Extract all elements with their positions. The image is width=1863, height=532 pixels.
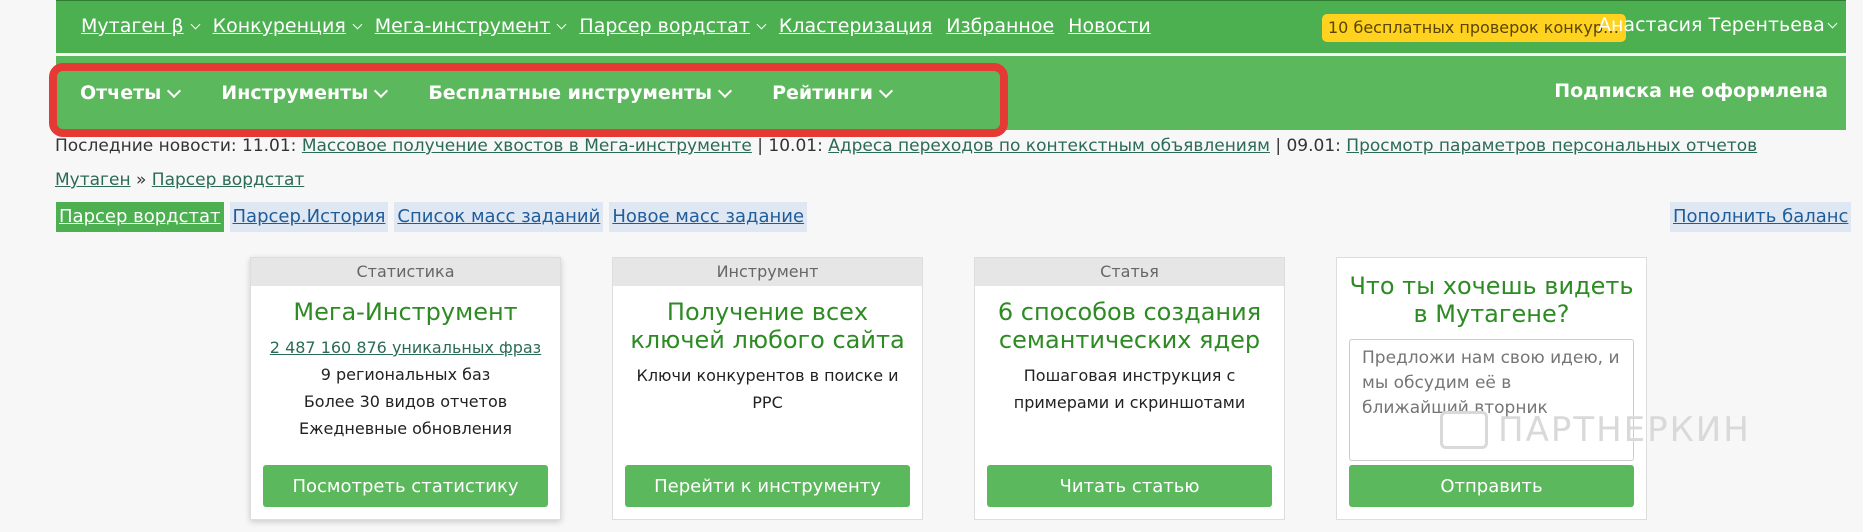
breadcrumb-home[interactable]: Мутаген: [55, 170, 131, 190]
card-category: Статистика: [251, 258, 560, 286]
card-line: 9 региональных баз: [320, 365, 491, 384]
user-name: Анастасия Терентьева: [1598, 14, 1825, 36]
news-separator: |: [751, 136, 769, 156]
menu-mega-tool[interactable]: Мега-инструмент: [374, 15, 567, 37]
card-line: Ежедневные обновления: [298, 419, 513, 438]
free-checks-badge[interactable]: 10 бесплатных проверок конкуренции: [1322, 14, 1626, 42]
menu-competition[interactable]: Конкуренция: [212, 15, 363, 37]
card-tool: Инструмент Получение всех ключей любого …: [612, 257, 923, 520]
menu-mutagen[interactable]: Мутаген β: [81, 15, 201, 37]
tab-parser-history[interactable]: Парсер.История: [229, 202, 389, 232]
menu-favorites[interactable]: Избранное: [946, 15, 1054, 37]
news-link[interactable]: Массовое получение хвостов в Мега-инстру…: [302, 136, 752, 156]
card-body: Пошаговая инструкция с примерами и скрин…: [1013, 366, 1246, 412]
chevron-down-icon: [756, 19, 767, 29]
card-feedback: Что ты хочешь видеть в Мутагене? Отправи…: [1336, 257, 1647, 520]
phrases-count-link[interactable]: 2 487 160 876 уникальных фраз: [270, 338, 541, 357]
news-date: 11.01:: [242, 136, 297, 156]
news-separator: |: [1269, 136, 1287, 156]
breadcrumb-separator: »: [130, 170, 152, 190]
menu-mega-tool-label: Мега-инструмент: [374, 15, 551, 37]
card-category: Статья: [975, 258, 1284, 286]
menu-clustering[interactable]: Кластеризация: [779, 15, 932, 37]
card-statistics: Статистика Мега-Инструмент 2 487 160 876…: [250, 257, 561, 520]
chevron-down-icon: [190, 19, 201, 29]
menu-news[interactable]: Новости: [1068, 15, 1151, 37]
read-article-button[interactable]: Читать статью: [987, 465, 1272, 507]
chevron-down-icon: [556, 19, 567, 29]
card-title: 6 способов создания семантических ядер: [997, 298, 1262, 354]
news-date: 09.01:: [1286, 136, 1341, 156]
news-link[interactable]: Адреса переходов по контекстным объявлен…: [828, 136, 1270, 156]
top-navbar: Мутаген β Конкуренция Мега-инструмент Па…: [56, 0, 1846, 53]
card-body: Ключи конкурентов в поиске и PPC: [636, 366, 899, 412]
menu-mutagen-label: Мутаген β: [81, 15, 184, 37]
go-to-tool-button[interactable]: Перейти к инструменту: [625, 465, 910, 507]
chevron-down-icon: [1827, 18, 1838, 28]
tab-new-mass-task[interactable]: Новое масс задание: [609, 202, 808, 232]
news-date: 10.01:: [768, 136, 823, 156]
subscription-status[interactable]: Подписка не оформлена: [1554, 80, 1828, 102]
send-button[interactable]: Отправить: [1349, 465, 1634, 507]
card-article: Статья 6 способов создания семантических…: [974, 257, 1285, 520]
breadcrumb-current[interactable]: Парсер вордстат: [152, 170, 305, 190]
tab-mass-tasks[interactable]: Список масс заданий: [394, 202, 604, 232]
view-statistics-button[interactable]: Посмотреть статистику: [263, 465, 548, 507]
top-menu: Мутаген β Конкуренция Мега-инструмент Па…: [81, 15, 1151, 37]
idea-input[interactable]: [1349, 339, 1634, 461]
tab-wordstat-parser[interactable]: Парсер вордстат: [56, 202, 224, 232]
chevron-down-icon: [352, 19, 363, 29]
breadcrumb: Мутаген » Парсер вордстат: [55, 170, 304, 190]
highlight-frame: [49, 63, 1008, 137]
tool-tabs: Парсер вордстат Парсер.История Список ма…: [56, 202, 808, 232]
menu-wordstat-parser-label: Парсер вордстат: [579, 15, 750, 37]
card-line: Более 30 видов отчетов: [303, 392, 508, 411]
news-link[interactable]: Просмотр параметров персональных отчетов: [1346, 136, 1757, 156]
user-menu[interactable]: Анастасия Терентьева: [1598, 14, 1838, 36]
card-title: Мега-Инструмент: [293, 298, 518, 326]
menu-competition-label: Конкуренция: [212, 15, 346, 37]
news-line: Последние новости: 11.01: Массовое получ…: [55, 136, 1757, 156]
menu-wordstat-parser[interactable]: Парсер вордстат: [579, 15, 767, 37]
card-title: Что ты хочешь видеть в Мутагене?: [1349, 272, 1634, 328]
topup-balance-button[interactable]: Пополнить баланс: [1670, 202, 1852, 232]
card-body: 2 487 160 876 уникальных фраз 9 регионал…: [251, 334, 560, 442]
card-title: Получение всех ключей любого сайта: [630, 298, 905, 354]
card-category: Инструмент: [613, 258, 922, 286]
news-prefix: Последние новости:: [55, 136, 242, 156]
